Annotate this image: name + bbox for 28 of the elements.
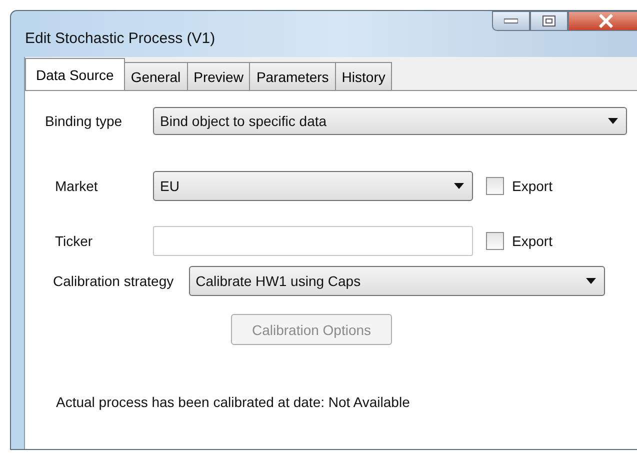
calibration-strategy-dropdown[interactable]: Calibrate HW1 using Caps: [188, 266, 605, 296]
dropdown-arrow-icon: [454, 182, 464, 188]
field-label: Market: [55, 178, 99, 194]
field-label: Binding type: [45, 113, 124, 129]
ticker-input-field[interactable]: [153, 226, 473, 256]
binding-type-dropdown[interactable]: Bind object to specific data: [153, 107, 627, 135]
tab[interactable]: General: [124, 62, 188, 90]
tab[interactable]: Parameters: [249, 62, 336, 90]
close-button[interactable]: [568, 11, 637, 31]
checkbox-label: Export: [512, 178, 552, 194]
minimize-icon: [504, 18, 518, 24]
checkbox-label: Export: [512, 232, 552, 248]
status-text: Actual process has been calibrated at date: Not Available: [56, 394, 411, 410]
tab[interactable]: History: [334, 62, 392, 90]
close-icon: [598, 14, 614, 28]
export-checkbox[interactable]: [486, 232, 504, 250]
window-title: Edit Stochastic Process (V1): [25, 30, 216, 47]
export-checkbox[interactable]: [486, 176, 504, 194]
field-label: Ticker: [55, 232, 94, 248]
dropdown-arrow-icon: [586, 278, 596, 284]
minimize-button[interactable]: [492, 11, 530, 31]
tab[interactable]: Data Source: [25, 58, 125, 90]
market-dropdown[interactable]: EU: [153, 170, 473, 200]
field-label: Calibration strategy: [53, 273, 174, 289]
maximize-icon: [542, 15, 556, 27]
maximize-button[interactable]: [530, 11, 568, 31]
tab[interactable]: Preview: [186, 62, 250, 90]
dropdown-arrow-icon: [608, 118, 618, 124]
